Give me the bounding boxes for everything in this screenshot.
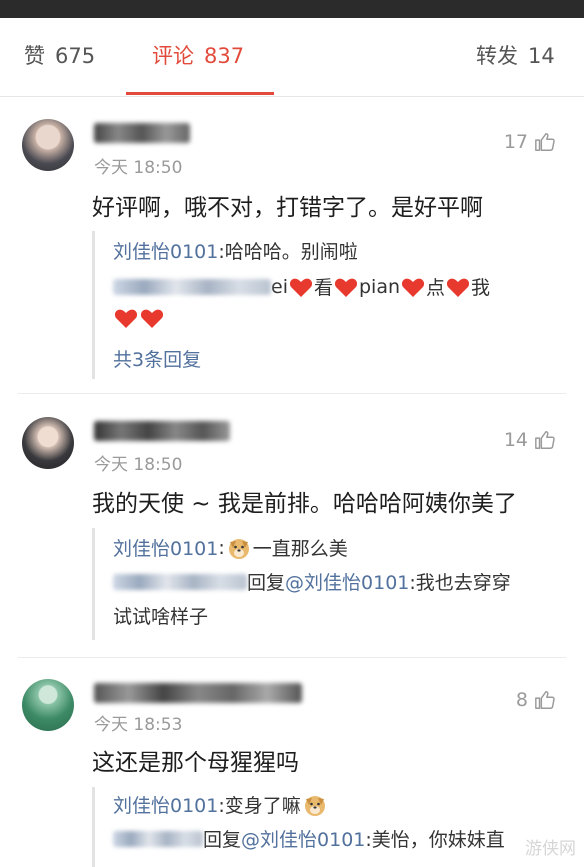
reply-mention[interactable]: @刘佳怡0101 bbox=[285, 568, 409, 595]
tab-reposts-label: 转发 bbox=[476, 44, 518, 68]
reply-box: 刘佳怡0101:哈哈哈。别闹啦 ei 看 pian 点 我 共3条回复 bbox=[92, 231, 565, 379]
tab-bar: 赞 675 评论 837 转发 14 bbox=[0, 18, 584, 97]
reply-line[interactable]: 回复 @刘佳怡0101 :我也去穿穿 bbox=[113, 568, 511, 595]
reply-text: :哈哈哈。别闹啦 bbox=[218, 241, 358, 263]
like-button[interactable]: 14 bbox=[504, 429, 556, 451]
heart-emoji-icon bbox=[140, 309, 164, 328]
tab-likes-count: 675 bbox=[55, 44, 96, 68]
heart-emoji-icon bbox=[401, 278, 425, 297]
more-replies-link[interactable]: 共3条回复 bbox=[113, 345, 201, 372]
comment-text: 好评啊，哦不对，打错字了。是好平啊 bbox=[92, 195, 483, 221]
reply-author-blurred[interactable] bbox=[113, 278, 271, 295]
doge-emoji-icon bbox=[304, 795, 325, 816]
username-blurred[interactable] bbox=[94, 123, 190, 143]
username-blurred[interactable] bbox=[94, 683, 302, 703]
reply-box: 刘佳怡0101: 一直那么美 回复 @刘佳怡0101 :我也去穿穿 试试啥样子 bbox=[92, 528, 565, 640]
active-tab-indicator bbox=[126, 92, 274, 95]
tab-comments-count: 837 bbox=[204, 44, 245, 68]
reply-author[interactable]: 刘佳怡0101 bbox=[113, 791, 218, 818]
tab-likes[interactable]: 赞 675 bbox=[24, 40, 95, 70]
tab-reposts[interactable]: 转发 14 bbox=[476, 40, 555, 70]
reply-prefix: 回复 bbox=[247, 572, 286, 594]
comment-time: 今天 18:50 bbox=[94, 158, 183, 178]
doge-emoji-icon bbox=[228, 538, 249, 559]
divider bbox=[18, 393, 566, 394]
tab-comments-label: 评论 bbox=[152, 44, 194, 68]
reply-line[interactable]: 刘佳怡0101: 一直那么美 bbox=[113, 534, 348, 561]
reply-text: :变身了嘛 bbox=[218, 795, 301, 817]
reply-text-part: ei bbox=[271, 275, 288, 298]
heart-emoji-icon bbox=[446, 278, 470, 297]
reply-text-continued: 试试啥样子 bbox=[113, 606, 209, 628]
reply-prefix: 回复 bbox=[203, 829, 242, 851]
like-count: 14 bbox=[503, 429, 528, 451]
thumbs-up-icon bbox=[535, 691, 555, 709]
thumbs-up-icon bbox=[535, 133, 555, 151]
like-button[interactable]: 8 bbox=[516, 689, 556, 711]
reply-text-part: 我 bbox=[471, 277, 491, 299]
comment-time: 今天 18:53 bbox=[94, 715, 183, 735]
comment-text: 我的天使 ~ 我是前排。哈哈哈阿姨你美了 bbox=[92, 491, 517, 517]
username-blurred[interactable] bbox=[94, 421, 230, 441]
reply-text: :美怡，你妹妹直 bbox=[365, 829, 505, 851]
reply-line[interactable]: ei 看 pian 点 我 bbox=[113, 273, 490, 300]
like-count: 8 bbox=[515, 689, 528, 711]
reply-mention[interactable]: @刘佳怡0101 bbox=[241, 825, 365, 852]
comment-time: 今天 18:50 bbox=[94, 455, 183, 475]
reply-line-cont bbox=[113, 307, 165, 329]
avatar[interactable] bbox=[22, 417, 74, 469]
reply-text-part: pian bbox=[358, 275, 401, 298]
heart-emoji-icon bbox=[289, 278, 313, 297]
like-count: 17 bbox=[503, 131, 528, 153]
status-bar bbox=[0, 0, 584, 18]
reply-author-blurred[interactable] bbox=[113, 830, 203, 847]
reply-text-part: 点 bbox=[426, 277, 446, 299]
like-button[interactable]: 17 bbox=[504, 131, 556, 153]
reply-box: 刘佳怡0101:变身了嘛 回复 @刘佳怡0101 :美怡，你妹妹直 bbox=[92, 787, 565, 867]
reply-author[interactable]: 刘佳怡0101 bbox=[113, 534, 218, 561]
reply-text: :我也去穿穿 bbox=[409, 572, 511, 594]
heart-emoji-icon bbox=[334, 278, 358, 297]
watermark: 游侠网 bbox=[525, 839, 576, 859]
divider bbox=[18, 657, 566, 658]
reply-line[interactable]: 刘佳怡0101:哈哈哈。别闹啦 bbox=[113, 237, 358, 264]
heart-emoji-icon bbox=[114, 309, 138, 328]
reply-line[interactable]: 回复 @刘佳怡0101 :美怡，你妹妹直 bbox=[113, 825, 505, 852]
comment-text: 这还是那个母猩猩吗 bbox=[92, 750, 299, 776]
avatar[interactable] bbox=[22, 679, 74, 731]
tab-likes-label: 赞 bbox=[24, 44, 45, 68]
reply-author[interactable]: 刘佳怡0101 bbox=[113, 237, 218, 264]
avatar[interactable] bbox=[22, 119, 74, 171]
reply-author-blurred[interactable] bbox=[113, 573, 247, 590]
reply-line[interactable]: 刘佳怡0101:变身了嘛 bbox=[113, 791, 329, 818]
thumbs-up-icon bbox=[535, 431, 555, 449]
reply-text-part: 看 bbox=[313, 277, 333, 299]
tab-comments[interactable]: 评论 837 bbox=[152, 40, 244, 70]
comment-list: 今天 18:50 17 好评啊，哦不对，打错字了。是好平啊 刘佳怡0101:哈哈… bbox=[0, 97, 584, 867]
reply-text: 一直那么美 bbox=[252, 538, 348, 560]
tab-reposts-count: 14 bbox=[528, 44, 555, 68]
